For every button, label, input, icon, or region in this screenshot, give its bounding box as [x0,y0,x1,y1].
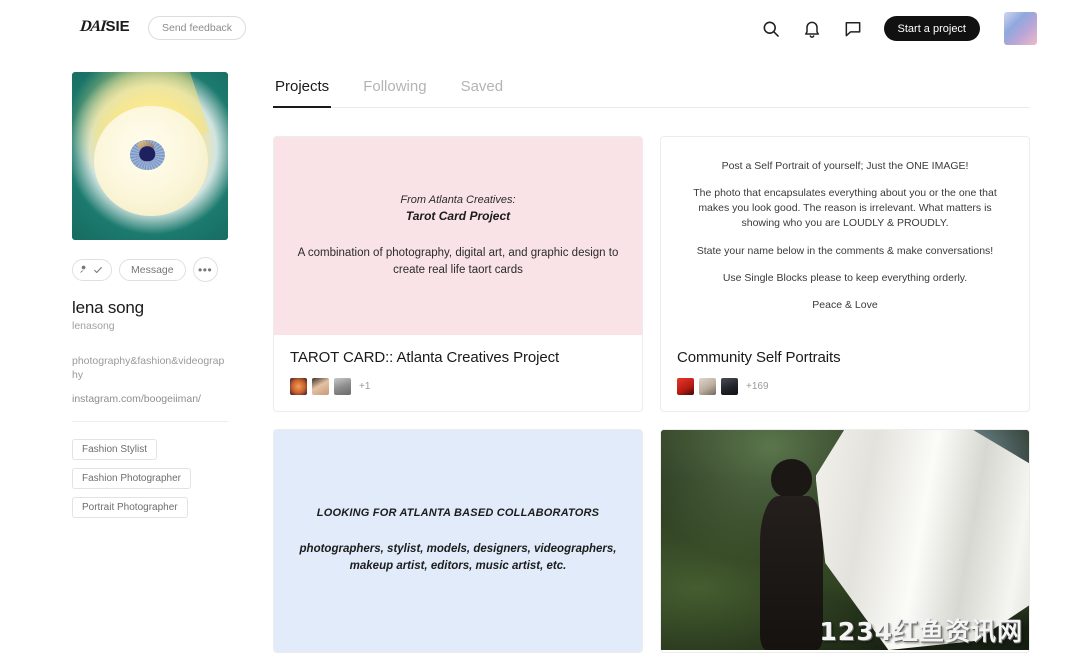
person-body-shape [760,496,823,650]
project-card[interactable]: 1234红鱼资讯网 [660,429,1030,653]
project-title[interactable]: Community Self Portraits [677,349,1013,366]
profile-sidebar: Message ••• lena song lenasong photograp… [72,72,230,519]
profile-photo [72,72,228,240]
person-head-shape [771,458,812,499]
top-header: DAI SIE Send feedback Start a project [0,0,1080,56]
profile-tag[interactable]: Fashion Photographer [72,468,191,490]
search-icon[interactable] [761,19,781,39]
cover-line: Post a Self Portrait of yourself; Just t… [721,159,969,172]
bell-icon[interactable] [802,19,822,39]
send-feedback-button[interactable]: Send feedback [148,16,247,40]
project-card-cover: From Atlanta Creatives: Tarot Card Proje… [274,137,642,335]
cover-line: Use Single Blocks please to keep everyth… [722,271,968,284]
cover-body: photographers, stylist, models, designer… [299,542,617,572]
tab-saved[interactable]: Saved [459,72,506,107]
profile-name: lena song [72,298,144,317]
project-collaborators: +169 [677,378,1013,395]
start-a-project-button[interactable]: Start a project [883,16,980,41]
watermark-text: 1234红鱼资讯网 [819,617,1023,646]
header-actions: Start a project [761,12,1037,45]
cover-headline: Tarot Card Project [405,208,511,223]
cover-body: A combination of photography, digital ar… [297,246,619,276]
cover-line: State your name below in the comments & … [696,244,994,257]
cover-line: Peace & Love [812,299,878,312]
following-button[interactable] [72,258,112,281]
project-card-body: TAROT CARD:: Atlanta Creatives Project +… [274,335,642,411]
projects-grid: From Atlanta Creatives: Tarot Card Proje… [273,136,1030,653]
collaborator-avatar[interactable] [290,378,307,395]
collaborator-avatar[interactable] [721,378,738,395]
project-card[interactable]: LOOKING FOR ATLANTA BASED COLLABORATORS … [273,429,643,653]
iris-shape [130,140,165,171]
cover-headline: LOOKING FOR ATLANTA BASED COLLABORATORS [316,506,600,519]
more-options-button[interactable]: ••• [192,257,218,282]
cover-line: The photo that encapsulates everything a… [693,186,997,230]
profile-handle: lenasong [72,320,115,332]
project-card-body: Community Self Portraits +169 [661,335,1029,411]
sidebar-divider [72,421,228,423]
main-content: Projects Following Saved From Atlanta Cr… [273,72,1030,653]
collaborator-avatar[interactable] [334,378,351,395]
collaborator-avatar[interactable] [312,378,329,395]
profile-tag[interactable]: Portrait Photographer [72,497,188,519]
collaborator-avatar[interactable] [677,378,694,395]
project-card[interactable]: Post a Self Portrait of yourself; Just t… [660,136,1030,412]
profile-action-buttons: Message ••• [72,257,230,282]
logo-script-part: DAI [79,18,107,35]
cover-eyebrow: From Atlanta Creatives: [400,193,516,206]
project-card-cover: LOOKING FOR ATLANTA BASED COLLABORATORS … [274,430,642,652]
eyeball-shape [93,105,208,217]
person-icon [79,265,85,274]
check-icon [93,266,102,273]
project-collaborators: +1 [290,378,626,395]
collaborator-extra-count: +1 [359,381,371,392]
profile-bio: photography&fashion&videography [72,355,225,382]
daisie-logo[interactable]: DAI SIE [79,18,130,36]
pupil-shape [139,145,156,162]
user-avatar[interactable] [1004,12,1037,45]
project-title[interactable]: TAROT CARD:: Atlanta Creatives Project [290,349,626,366]
tab-following[interactable]: Following [361,72,428,107]
chat-icon[interactable] [843,19,863,39]
profile-tag-list: Fashion Stylist Fashion Photographer Por… [72,439,230,519]
logo-bold-part: SIE [105,18,130,35]
profile-tabs: Projects Following Saved [273,72,1030,108]
project-card[interactable]: From Atlanta Creatives: Tarot Card Proje… [273,136,643,412]
collaborator-avatar[interactable] [699,378,716,395]
profile-link[interactable]: instagram.com/boogeiiman/ [72,393,230,405]
message-button[interactable]: Message [119,258,186,281]
collaborator-extra-count: +169 [746,381,769,392]
profile-tag[interactable]: Fashion Stylist [72,439,158,461]
tab-projects[interactable]: Projects [273,72,332,108]
project-card-photo: 1234红鱼资讯网 [661,430,1029,650]
project-card-cover: Post a Self Portrait of yourself; Just t… [661,137,1029,335]
